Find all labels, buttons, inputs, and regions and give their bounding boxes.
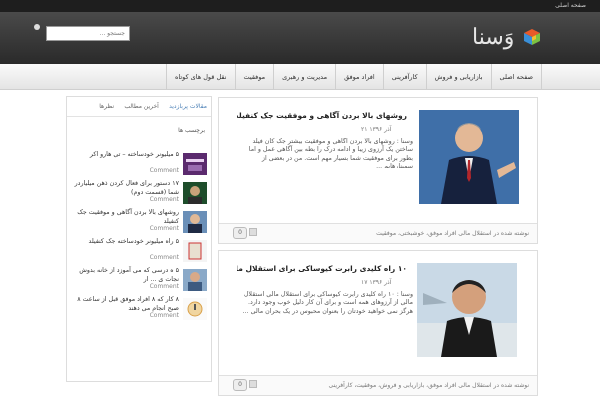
top-bar: صفحه اصلی — [0, 0, 600, 12]
nav-item-management[interactable]: مدیریت و رهبری — [273, 64, 335, 90]
post-image[interactable] — [417, 263, 517, 357]
list-item-title[interactable]: ۵ ه درسی که می آموزد از خانه بدوش نجات ی… — [71, 267, 179, 284]
post-thumbnail[interactable] — [183, 240, 207, 262]
list-item[interactable]: ۱۷ دستور برای فعال کردن ذهن میلیاردر شما… — [71, 180, 209, 208]
sidebar-list: ۵ میلیونر خودساخته – تی هارو اکر Comment… — [71, 151, 209, 325]
post-thumbnail[interactable] — [183, 182, 207, 204]
sidebar-tabs: مقالات پربازدید آخرین مطالب نظرها — [67, 97, 211, 117]
post-footer: 0 نوشته شده در استقلال مالی افراد موفق، … — [219, 375, 537, 395]
list-item[interactable]: ۵ راه میلیونر خودساخته جک کنفیلد Comment — [71, 238, 209, 266]
search-input[interactable]: جستجو ... — [46, 26, 130, 41]
post-date: ۱۷ آذر ۱۳۹۶ — [361, 279, 392, 286]
list-item-title[interactable]: ۵ راه میلیونر خودساخته جک کنفیلد — [71, 238, 179, 247]
list-item-title[interactable]: ۸ کار که ۸ افراد موفق قبل از ساعت ۸ صبح … — [71, 296, 179, 313]
comment-link-icon[interactable] — [249, 228, 257, 236]
list-item[interactable]: ۸ کار که ۸ افراد موفق قبل از ساعت ۸ صبح … — [71, 296, 209, 324]
nav-item-entrepreneurship[interactable]: کارآفرینی — [382, 64, 426, 90]
post-title[interactable]: ۱۰ راه کلیدی رابرت کیوساکی برای استقلال … — [237, 264, 407, 273]
search-icon[interactable] — [34, 24, 40, 30]
main-nav: صفحه اصلی بازاریابی و فروش کارآفرینی افر… — [0, 64, 600, 90]
comment-count-icon[interactable]: 0 — [233, 227, 247, 239]
post-excerpt: وسنا : روشهای بالا بردن آگاهی و موفقیت ب… — [248, 138, 413, 168]
list-item-comments[interactable]: Comment — [150, 225, 179, 232]
sidebar: مقالات پربازدید آخرین مطالب نظرها برچسب … — [66, 96, 212, 382]
comment-link-icon[interactable] — [249, 380, 257, 388]
post-image[interactable] — [419, 110, 519, 204]
post-thumbnail[interactable] — [183, 298, 207, 320]
post-categories[interactable]: نوشته شده در استقلال مالی افراد موفق، خو… — [376, 230, 529, 237]
post-card: ۱۰ راه کلیدی رابرت کیوساکی برای استقلال … — [218, 250, 538, 396]
post-excerpt: وسنا : ۱۰ راه کلیدی رابرت کیوساکی برای ا… — [242, 291, 413, 315]
post-thumbnail[interactable] — [183, 269, 207, 291]
top-home-link[interactable]: صفحه اصلی — [555, 2, 586, 9]
list-item-title[interactable]: ۵ میلیونر خودساخته – تی هارو اکر — [71, 151, 179, 160]
list-item[interactable]: روشهای بالا بردن آگاهی و موفقیت جک کنفیل… — [71, 209, 209, 237]
nav-item-marketing[interactable]: بازاریابی و فروش — [425, 64, 491, 90]
site-header: جستجو ... وَسنا — [0, 12, 600, 64]
tab-popular[interactable]: مقالات پربازدید — [165, 97, 211, 116]
list-item[interactable]: ۵ میلیونر خودساخته – تی هارو اکر Comment — [71, 151, 209, 179]
list-item-comments[interactable]: Comment — [150, 312, 179, 319]
site-logo-text[interactable]: وَسنا — [472, 25, 514, 50]
post-date: ۲۱ آذر ۱۳۹۶ — [361, 126, 392, 133]
logo-cube-icon[interactable] — [523, 28, 541, 46]
nav-item-quotes[interactable]: نقل قول های کوتاه — [165, 64, 235, 90]
list-item-title[interactable]: روشهای بالا بردن آگاهی و موفقیت جک کنفیل… — [71, 209, 179, 226]
list-item-comments[interactable]: Comment — [150, 196, 179, 203]
tab-latest[interactable]: آخرین مطالب — [120, 97, 163, 116]
post-footer: 0 نوشته شده در استقلال مالی افراد موفق، … — [219, 223, 537, 243]
post-categories[interactable]: نوشته شده در استقلال مالی افراد موفق، با… — [329, 382, 529, 389]
nav-item-success[interactable]: موفقیت — [234, 64, 274, 90]
list-item[interactable]: ۵ ه درسی که می آموزد از خانه بدوش نجات ی… — [71, 267, 209, 295]
sidebar-section-title: برچسب ها — [178, 127, 205, 134]
list-item-comments[interactable]: Comment — [150, 254, 179, 261]
post-thumbnail[interactable] — [183, 211, 207, 233]
post-thumbnail[interactable] — [183, 153, 207, 175]
list-item-title[interactable]: ۱۷ دستور برای فعال کردن ذهن میلیاردر شما… — [71, 180, 179, 197]
list-item-comments[interactable]: Comment — [150, 167, 179, 174]
nav-item-home[interactable]: صفحه اصلی — [490, 64, 542, 90]
comment-count-icon[interactable]: 0 — [233, 379, 247, 391]
tab-comments[interactable]: نظرها — [95, 97, 118, 116]
post-title[interactable]: روشهای بالا بردن آگاهی و موفقیت جک کنفیل… — [237, 111, 407, 120]
post-card: روشهای بالا بردن آگاهی و موفقیت جک کنفیل… — [218, 97, 538, 244]
list-item-comments[interactable]: Comment — [150, 283, 179, 290]
nav-item-successful-people[interactable]: افراد موفق — [335, 64, 383, 90]
